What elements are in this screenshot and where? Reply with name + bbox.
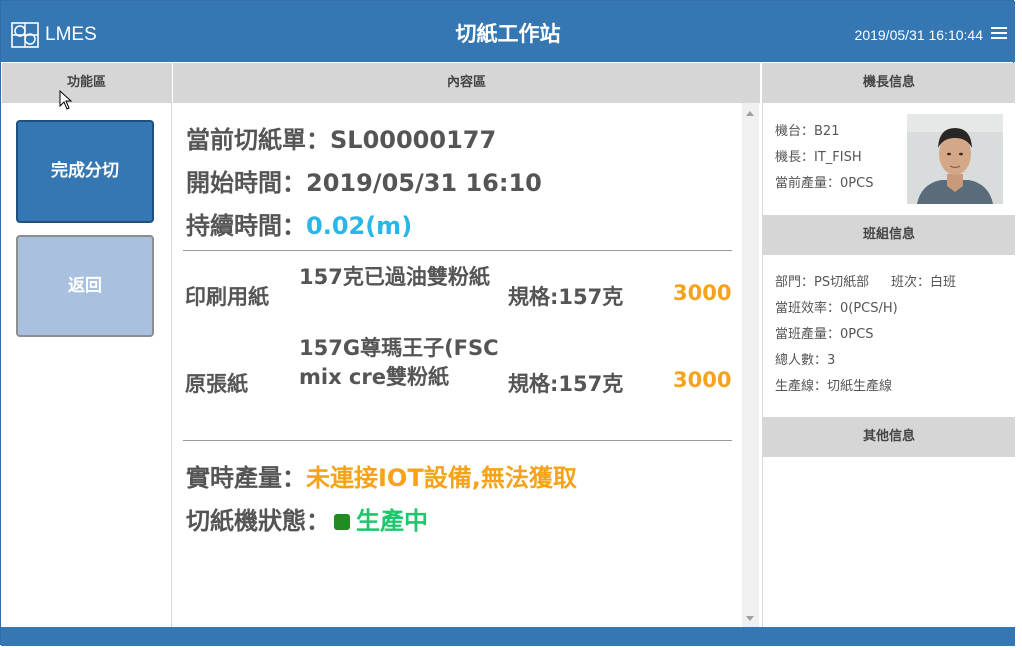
other-info-section: 其他信息 — [763, 417, 1015, 457]
material-label: 原張紙 — [185, 372, 248, 396]
content-scrollbar[interactable] — [742, 103, 759, 627]
scroll-down-arrow-icon[interactable] — [746, 616, 754, 621]
shift-efficiency-info: 當班效率：0(PCS/H) — [775, 301, 898, 316]
department-info: 部門：PS切紙部 — [775, 275, 870, 290]
scroll-up-arrow-icon[interactable] — [746, 111, 754, 116]
realtime-output-line: 實時產量：未連接IOT設備,無法獲取 — [186, 458, 577, 493]
divider — [183, 250, 732, 251]
material-spec: 規格:157克 — [508, 285, 624, 309]
material-name: 157克已過油雙粉紙 — [299, 265, 490, 289]
complete-cutting-button[interactable]: 完成分切 — [16, 120, 154, 223]
divider — [183, 440, 732, 441]
status-indicator-icon — [334, 514, 350, 530]
material-label: 印刷用紙 — [185, 285, 269, 309]
app-header: LMES 切紙工作站 2019/05/31 16:10:44 — [1, 1, 1015, 62]
current-output-info: 當前產量：0PCS — [775, 176, 874, 191]
shift-info: 班次：白班 — [891, 275, 957, 290]
app-footer — [1, 627, 1015, 646]
machine-status-value: 生產中 — [356, 507, 428, 535]
realtime-output-label: 實時產量： — [186, 464, 306, 492]
content-panel-heading: 內容區 — [173, 63, 760, 103]
duration-value: 0.02(m) — [306, 212, 413, 240]
mouse-pointer-icon — [59, 90, 73, 110]
content-panel: 內容區 當前切紙單：SL00000177 開始時間：2019/05/31 16:… — [173, 63, 760, 627]
function-panel: 功能區 完成分切 返回 — [2, 63, 172, 627]
start-time-value: 2019/05/31 16:10 — [306, 169, 542, 197]
shift-output-info: 當班產量：0PCS — [775, 327, 874, 342]
total-people-info: 總人數：3 — [775, 353, 836, 368]
duration-label: 持續時間： — [186, 212, 306, 240]
current-order-label: 當前切紙單： — [186, 126, 330, 154]
app-window: LMES 切紙工作站 2019/05/31 16:10:44 功能區 完成分切 … — [0, 0, 1015, 646]
start-time-label: 開始時間： — [186, 169, 306, 197]
content-area: 當前切紙單：SL00000177 開始時間：2019/05/31 16:10 持… — [173, 103, 743, 627]
material-qty: 3000 — [673, 368, 732, 392]
material-name: 157G尊瑪王子(FSC mix cre雙粉紙 — [299, 336, 499, 389]
start-time-line: 開始時間：2019/05/31 16:10 — [186, 163, 542, 198]
material-spec: 規格:157克 — [508, 372, 624, 396]
team-info-section: 班組信息 部門：PS切紙部 班次：白班 當班效率：0(PCS/H) 當班產量：0… — [763, 215, 1015, 394]
current-order-line: 當前切紙單：SL00000177 — [186, 120, 496, 155]
leader-info: 機長：IT_FISH — [775, 150, 862, 165]
machine-status-line: 切紙機狀態： 生產中 — [186, 501, 428, 536]
function-panel-heading: 功能區 — [2, 63, 171, 103]
machine-info: 機台：B21 — [775, 124, 840, 139]
duration-line: 持續時間：0.02(m) — [186, 206, 412, 241]
production-line-info: 生產線：切紙生產線 — [775, 379, 893, 394]
back-button[interactable]: 返回 — [16, 235, 154, 337]
leader-photo — [907, 114, 1003, 204]
material-qty: 3000 — [673, 281, 732, 305]
info-panel: 機長信息 機台：B21 機長：IT_FISH 當前產量：0PCS 班組信息 部門… — [762, 63, 1015, 627]
current-datetime: 2019/05/31 16:10:44 — [854, 27, 983, 43]
other-info-heading: 其他信息 — [763, 417, 1015, 457]
realtime-output-value: 未連接IOT設備,無法獲取 — [306, 464, 577, 492]
machine-status-label: 切紙機狀態： — [186, 507, 330, 535]
current-order-value: SL00000177 — [330, 126, 497, 154]
hamburger-menu-icon[interactable] — [991, 27, 1007, 41]
leader-info-heading: 機長信息 — [763, 63, 1015, 103]
team-info-heading: 班組信息 — [763, 215, 1015, 255]
